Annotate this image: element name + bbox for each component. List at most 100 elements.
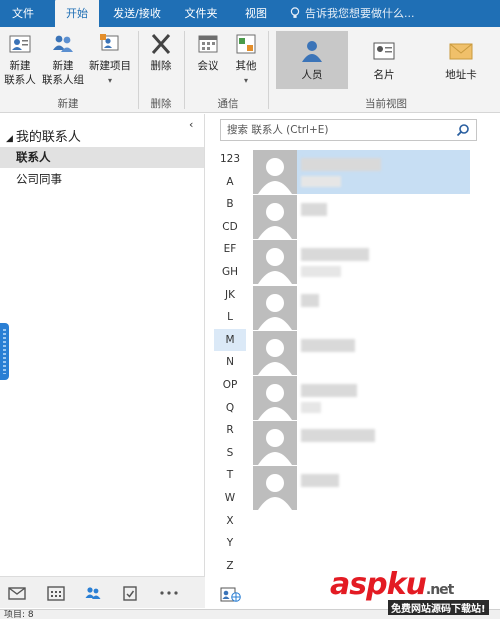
calendar-icon[interactable]: [47, 585, 65, 601]
tab-send-receive[interactable]: 发送/接收: [106, 0, 168, 27]
index-letter[interactable]: Z: [214, 555, 246, 577]
contact-card[interactable]: [253, 285, 469, 330]
person-silhouette-icon: [253, 195, 297, 240]
new-items-button[interactable]: 新建项目 ▾: [88, 31, 132, 88]
index-letter[interactable]: 123: [214, 148, 246, 170]
person-icon: [302, 41, 322, 62]
index-letter[interactable]: T: [214, 464, 246, 486]
person-silhouette-icon: [253, 285, 297, 330]
pane-resize-handle[interactable]: [0, 323, 9, 380]
people-icon[interactable]: [84, 585, 102, 601]
new-contact-label-1: 新建: [9, 60, 31, 72]
chevron-down-icon: ▾: [107, 76, 112, 85]
index-letter[interactable]: W: [214, 487, 246, 509]
contact-card[interactable]: [253, 330, 469, 375]
index-letter[interactable]: M: [214, 328, 246, 351]
contact-avatar: [253, 466, 297, 511]
blurred-name: [301, 338, 355, 352]
contact-avatar: [253, 285, 297, 330]
new-contact-label-2: 联系人: [4, 74, 36, 86]
contact-avatar: [253, 376, 297, 420]
tab-home[interactable]: 开始: [55, 0, 99, 27]
watermark-sub: 免费网站源码下载站!: [388, 600, 489, 615]
contact-avatar: [253, 195, 297, 240]
delete-button[interactable]: 删除: [142, 31, 180, 73]
item-count: 项目: 8: [4, 610, 34, 619]
view-people-button[interactable]: 人员: [276, 31, 348, 89]
address-book-icon[interactable]: [220, 587, 242, 603]
contact-avatar: [253, 240, 297, 285]
view-card-button[interactable]: 名片: [354, 31, 414, 89]
more-button[interactable]: 其他 ▾: [230, 31, 262, 88]
blurred-name: [301, 474, 339, 488]
index-letter[interactable]: B: [214, 193, 246, 215]
watermark-suffix: .net: [425, 582, 455, 598]
index-letter[interactable]: A: [214, 171, 246, 193]
tasks-icon[interactable]: [121, 585, 139, 601]
view-address-label: 地址卡: [445, 69, 477, 81]
index-letter[interactable]: R: [214, 419, 246, 441]
more-dots-icon[interactable]: [158, 585, 180, 601]
calendar-icon: [198, 35, 218, 53]
person-silhouette-icon: [253, 376, 297, 420]
index-letter[interactable]: Y: [214, 532, 246, 554]
more-apps-icon: [236, 34, 256, 54]
person-silhouette-icon: [253, 330, 297, 375]
meeting-button[interactable]: 会议: [190, 31, 226, 73]
blurred-name: [301, 429, 375, 443]
index-letter[interactable]: X: [214, 510, 246, 532]
my-contacts-label: 我的联系人: [15, 130, 81, 145]
contact-card[interactable]: [253, 421, 469, 466]
contact-avatar: [253, 421, 297, 466]
contact-card[interactable]: [253, 376, 469, 420]
folder-item-contacts[interactable]: 联系人: [0, 147, 204, 168]
new-contact-button[interactable]: 新建 联系人: [2, 31, 38, 87]
tab-folder[interactable]: 文件夹: [177, 0, 225, 27]
blurred-name: [301, 203, 327, 217]
index-letter[interactable]: JK: [214, 284, 246, 306]
index-letter[interactable]: CD: [214, 216, 246, 238]
index-letter[interactable]: OP: [214, 374, 246, 396]
index-letter[interactable]: EF: [214, 238, 246, 260]
module-navigation: [0, 576, 205, 608]
expand-triangle-icon[interactable]: ◢: [6, 134, 13, 144]
search-contacts-input[interactable]: 搜索 联系人 (Ctrl+E): [220, 119, 477, 141]
blurred-name: [301, 384, 357, 397]
contact-group-icon: [53, 35, 73, 52]
delete-label: 删除: [150, 60, 172, 72]
contact-card[interactable]: [253, 195, 469, 240]
new-contact-group-button[interactable]: 新建 联系人组: [40, 31, 86, 87]
my-contacts-header[interactable]: ◢ 我的联系人: [6, 126, 81, 145]
tab-view[interactable]: 视图: [236, 0, 276, 27]
collapse-pane-icon[interactable]: ‹: [189, 118, 193, 131]
contact-card[interactable]: [253, 240, 469, 285]
group-label-delete: 删除: [150, 98, 172, 110]
blurred-detail: [301, 402, 321, 413]
tell-me-box[interactable]: 告诉我您想要做什么...: [290, 0, 415, 27]
more-label: 其他: [235, 60, 257, 72]
contact-avatar: [253, 330, 297, 375]
person-silhouette-icon: [253, 466, 297, 511]
search-placeholder: 搜索 联系人 (Ctrl+E): [227, 124, 329, 136]
view-address-card-button[interactable]: 地址卡: [428, 31, 494, 89]
new-group-label-2: 联系人组: [42, 74, 84, 86]
index-letter[interactable]: Q: [214, 397, 246, 419]
group-label-view: 当前视图: [365, 98, 407, 110]
mail-icon[interactable]: [8, 585, 26, 601]
tab-file[interactable]: 文件: [4, 0, 42, 27]
contact-card[interactable]: [253, 150, 470, 194]
person-silhouette-icon: [253, 150, 297, 194]
chevron-down-icon: ▾: [243, 76, 248, 85]
group-divider: [138, 31, 139, 109]
group-label-comm: 通信: [217, 98, 239, 110]
lightbulb-icon: [290, 7, 300, 18]
index-letter[interactable]: S: [214, 442, 246, 464]
index-letter[interactable]: N: [214, 351, 246, 373]
folder-item-colleagues[interactable]: 公司同事: [0, 169, 204, 190]
group-divider: [184, 31, 185, 109]
index-letter[interactable]: L: [214, 306, 246, 328]
blurred-name: [301, 158, 381, 171]
index-letter[interactable]: GH: [214, 261, 246, 283]
contact-card[interactable]: [253, 466, 469, 511]
search-icon[interactable]: [456, 123, 470, 137]
